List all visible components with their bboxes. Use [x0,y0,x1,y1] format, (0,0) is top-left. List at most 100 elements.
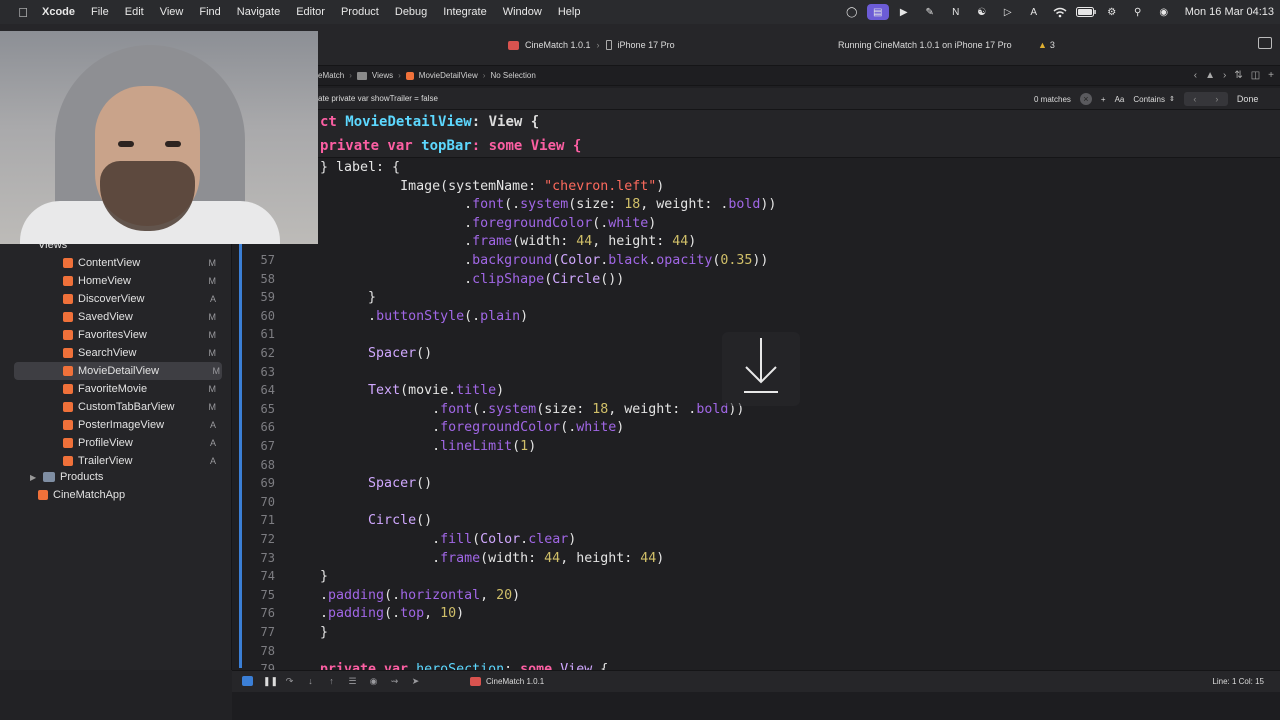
jumpbar-file[interactable]: MovieDetailView [419,71,478,80]
step-into-icon[interactable]: ↓ [305,676,316,686]
code-token: clear [528,532,569,547]
battery-icon[interactable] [1075,4,1097,20]
menu-edit[interactable]: Edit [125,6,144,18]
warning-icon: ▲ [1038,40,1047,50]
menu-debug[interactable]: Debug [395,6,427,18]
clear-search-icon[interactable]: × [1079,93,1092,105]
match-case-button[interactable]: Aa [1115,95,1125,104]
sidebar-item[interactable]: HomeView M [0,272,232,290]
code-token: } [320,625,329,640]
stage-manager-icon[interactable]: ▤ [866,4,889,20]
sidebar-item[interactable]: FavoritesView M [0,326,232,344]
jumpbar-selection[interactable]: No Selection [490,71,535,80]
a-icon[interactable]: A [1023,4,1045,20]
code-token: Spacer [368,476,417,492]
sidebar-item[interactable]: MovieDetailView M [14,362,222,380]
group-products[interactable]: ▶ Products [0,468,232,486]
warnings-indicator[interactable]: ▲ 3 [1038,34,1055,56]
step-out-icon[interactable]: ↑ [326,676,337,686]
file-label: ContentView [78,257,141,269]
code-text: } label: { [320,158,400,177]
sticky-keyword: ct [320,114,337,130]
facetime-icon[interactable]: ▶ [893,4,915,20]
jumpbar-group[interactable]: Views [372,71,393,80]
swift-file-icon [63,330,73,340]
menu-datetime[interactable]: Mon 16 Mar 04:13 [1185,6,1274,18]
apple-icon[interactable]:  [12,5,34,20]
app-file[interactable]: CineMatchApp [0,486,232,504]
menu-navigate[interactable]: Navigate [237,6,280,18]
add-editor-icon[interactable]: + [1268,70,1274,81]
wifi-icon[interactable] [1049,4,1071,20]
menu-product[interactable]: Product [341,6,379,18]
menu-app-name[interactable]: Xcode [42,6,75,18]
line-number: 60 [260,308,275,323]
code-token: 18 [624,197,641,213]
debug-area-toggle-icon[interactable] [242,676,253,686]
sidebar-item[interactable]: PosterImageView A [0,416,232,434]
sidebar-item[interactable]: CustomTabBarView M [0,398,232,416]
cursor-position: Line: 1 Col: 15 [1212,677,1264,686]
menu-help[interactable]: Help [558,6,581,18]
menu-window[interactable]: Window [503,6,542,18]
file-label: FavoriteMovie [78,383,148,395]
match-mode-select[interactable]: Contains ⇕ [1133,95,1174,104]
siri-icon[interactable]: ◉ [1153,4,1175,20]
pause-icon[interactable]: ❚❚ [263,676,278,686]
notion-icon[interactable]: N [945,4,967,20]
play-icon[interactable]: ▷ [997,4,1019,20]
environment-icon[interactable]: ⇝ [389,676,400,686]
done-button[interactable]: Done [1237,94,1259,104]
split-editor-icon[interactable]: ◫ [1251,70,1260,81]
jumpbar-nav: ‹ ▲ › ⇅ ◫ + [1194,70,1274,81]
jumpbar-project[interactable]: eMatch [318,71,344,80]
simulate-location-icon[interactable]: ➤ [410,676,421,686]
inspector-toggle-icon[interactable] [1258,37,1272,49]
chevron-right-icon[interactable]: › [1223,70,1226,81]
scm-status-badge: A [209,420,216,430]
code-text: .lineLimit(1) [320,437,536,456]
creative-cloud-icon[interactable]: ◯ [841,4,863,20]
chevron-left-icon[interactable]: ‹ [1194,70,1197,81]
code-text: .frame(width: 44, height: 44) [320,232,696,251]
find-input[interactable]: ate private var showTrailer = false [318,94,438,103]
scheme-selector[interactable]: CineMatch 1.0.1 › iPhone 17 Pro [508,34,675,56]
code-token: padding [328,606,385,622]
next-match-icon[interactable]: › [1215,94,1218,104]
line-number: 78 [260,643,275,658]
line-number: 58 [260,271,275,286]
sidebar-item[interactable]: SearchView M [0,344,232,362]
code-token: Color [560,253,601,268]
code-token: . [384,420,441,436]
menu-integrate[interactable]: Integrate [443,6,486,18]
previous-match-icon[interactable]: ‹ [1193,94,1196,104]
code-token: horizontal [400,587,481,603]
sidebar-item[interactable]: DiscoverView A [0,290,232,308]
related-items-icon[interactable]: ⇅ [1234,70,1242,81]
menu-file[interactable]: File [91,6,109,18]
line-number: 57 [260,253,275,267]
menu-view[interactable]: View [160,6,184,18]
warning-nav-icon[interactable]: ▲ [1205,70,1215,81]
pen-icon[interactable]: ✎ [919,4,941,20]
menu-editor[interactable]: Editor [296,6,325,18]
debug-target[interactable]: CineMatch 1.0.1 [470,677,544,686]
disclosure-triangle-icon[interactable]: ▶ [30,473,40,482]
sidebar-item[interactable]: ContentView M [0,254,232,272]
sidebar-item[interactable]: ProfileView A [0,434,232,452]
search-icon[interactable]: ⚲ [1127,4,1149,20]
sidebar-item[interactable]: SavedView M [0,308,232,326]
accessibility-icon[interactable]: ☯ [971,4,993,20]
scm-status-badge: A [209,294,216,304]
view-hierarchy-icon[interactable]: ☰ [347,676,358,686]
step-over-icon[interactable]: ↷ [284,676,295,686]
control-center-icon[interactable]: ⚙ [1101,4,1123,20]
memory-graph-icon[interactable]: ◉ [368,676,379,686]
add-pattern-icon[interactable]: + [1101,95,1106,104]
menu-find[interactable]: Find [199,6,220,18]
sidebar-item[interactable]: FavoriteMovie M [0,380,232,398]
folder-icon [43,472,55,482]
scm-status-badge: M [208,348,217,358]
code-token: Color [480,532,521,547]
